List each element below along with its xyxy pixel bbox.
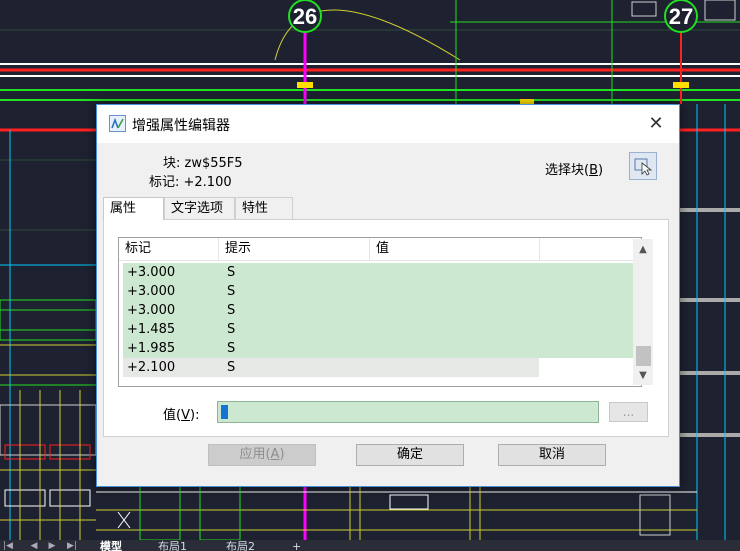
marker — [297, 82, 313, 88]
dialog-titlebar[interactable]: 增强属性编辑器 ✕ — [97, 105, 679, 143]
ok-button[interactable]: 确定 — [356, 444, 464, 466]
text-caret — [221, 405, 228, 419]
row-tag: +3.000 — [127, 303, 176, 318]
dialog-title: 增强属性编辑器 — [132, 118, 230, 134]
scroll-down-arrow-icon[interactable]: ▼ — [633, 367, 653, 385]
tab-properties[interactable]: 特性 — [235, 197, 293, 219]
apply-button[interactable]: 应用(A) — [208, 444, 316, 466]
table-row[interactable]: +1.985 S — [123, 339, 635, 358]
select-block-label: 选择块(B) — [545, 163, 604, 178]
layout-tab-layout2[interactable]: 布局2 — [226, 540, 255, 551]
row-tag: +1.485 — [127, 322, 176, 337]
add-layout-tab[interactable]: + — [292, 540, 301, 551]
scroll-up-arrow-icon[interactable]: ▲ — [633, 241, 653, 259]
list-vertical-scrollbar[interactable]: ▲ ▼ — [633, 239, 653, 385]
attribute-list[interactable]: 标记 提示 值 +3.000 S +3.000 S +3.000 S +1.48… — [118, 237, 642, 387]
next-tab-arrow-icon[interactable]: ▶ — [46, 541, 58, 551]
row-prompt: S — [227, 360, 236, 375]
column-header-value[interactable]: 值 — [370, 238, 540, 260]
marker — [673, 82, 689, 88]
value-input[interactable] — [217, 401, 599, 423]
select-block-button[interactable] — [629, 152, 657, 180]
row-tag: +3.000 — [127, 284, 176, 299]
table-row-selected[interactable]: +2.100 S — [123, 358, 539, 377]
row-tag: +2.100 — [127, 360, 176, 375]
row-tag: +1.985 — [127, 341, 176, 356]
tag-name-label: 标记: +2.100 — [149, 175, 232, 190]
layout-tab-model[interactable]: 模型 — [100, 540, 122, 551]
layout-tab-layout1[interactable]: 布局1 — [158, 540, 187, 551]
cancel-button[interactable]: 取消 — [498, 444, 606, 466]
table-row[interactable]: +1.485 S — [123, 320, 635, 339]
table-row[interactable]: +3.000 S — [123, 263, 635, 282]
layout-tab-bar: |◀ ◀ ▶ ▶| 模型 布局1 布局2 + — [0, 540, 740, 551]
tab-text-options[interactable]: 文字选项 — [164, 197, 235, 219]
table-row[interactable]: +3.000 S — [123, 301, 635, 320]
row-prompt: S — [227, 341, 236, 356]
row-tag: +3.000 — [127, 265, 176, 280]
row-prompt: S — [227, 284, 236, 299]
enhanced-attribute-editor-dialog: 增强属性编辑器 ✕ 块: zw$55F5 标记: +2.100 选择块(B) 属… — [96, 104, 680, 487]
first-tab-arrow-icon[interactable]: |◀ — [2, 541, 14, 551]
attribute-editor-icon — [109, 115, 126, 132]
ellipsis-button[interactable]: ... — [609, 402, 648, 422]
table-row[interactable]: +3.000 S — [123, 282, 635, 301]
column-header-prompt[interactable]: 提示 — [219, 238, 370, 260]
close-icon[interactable]: ✕ — [633, 105, 679, 143]
tab-attribute[interactable]: 属性 — [103, 197, 164, 220]
row-prompt: S — [227, 322, 236, 337]
block-name-label: 块: zw$55F5 — [163, 156, 243, 171]
last-tab-arrow-icon[interactable]: ▶| — [66, 541, 78, 551]
scroll-thumb[interactable] — [636, 346, 651, 366]
row-prompt: S — [227, 303, 236, 318]
axis-label-27: 27 — [669, 4, 693, 29]
list-header: 标记 提示 值 — [119, 238, 641, 261]
row-prompt: S — [227, 265, 236, 280]
value-field-label: 值(V): — [163, 408, 200, 423]
select-cursor-icon — [634, 158, 653, 176]
prev-tab-arrow-icon[interactable]: ◀ — [28, 541, 40, 551]
column-header-tag[interactable]: 标记 — [119, 238, 219, 260]
axis-label-26: 26 — [293, 4, 317, 29]
